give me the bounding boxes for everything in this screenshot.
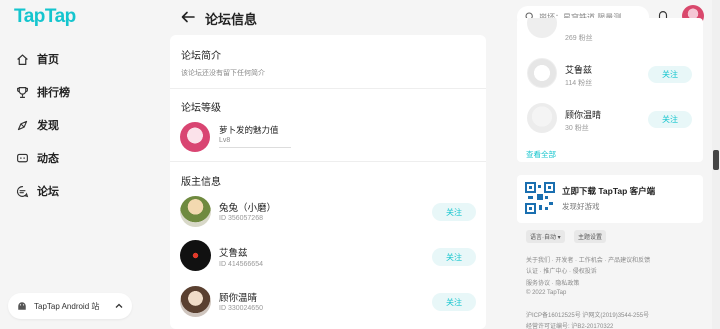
sidebar-item-label: 动态 — [37, 153, 59, 165]
sidebar-item-label: 排行榜 — [37, 87, 70, 99]
qr-code-icon — [525, 182, 555, 214]
footer-link-promotion[interactable]: 推广中心 — [543, 269, 567, 275]
follow-button[interactable]: 关注 — [432, 248, 476, 266]
forum-icon — [16, 185, 29, 197]
moderator-avatar[interactable] — [180, 196, 211, 227]
footer-links-row-3: 服务协议 · 隐私政策 — [526, 281, 580, 287]
download-title: 立即下载 TapTap 客户端 — [562, 186, 656, 196]
moderator-name[interactable]: 兔兔（小磨） — [219, 200, 276, 214]
sidebar-item-label: 发现 — [37, 120, 59, 132]
follow-button[interactable]: 关注 — [432, 293, 476, 311]
footer-link-about[interactable]: 关于我们 — [526, 258, 550, 264]
moderator-name[interactable]: 艾鲁兹 — [219, 245, 248, 259]
user-avatar[interactable] — [527, 18, 557, 38]
sidebar-item-home[interactable]: 首页 — [16, 49, 59, 69]
android-site-label: TapTap Android 站 — [34, 301, 100, 311]
user-fans: 114 粉丝 — [565, 80, 593, 87]
related-users-card: 269 粉丝 艾鲁兹 114 粉丝 关注 顾你温晴 30 粉丝 关注 查看全部 — [517, 18, 703, 162]
sidebar-item-feed[interactable]: 动态 — [16, 148, 59, 168]
moderator-id: ID 356057268 — [219, 215, 263, 222]
sidebar-item-label: 首页 — [37, 54, 59, 66]
page-title: 论坛信息 — [205, 12, 258, 27]
footer-copyright: © 2022 TapTap — [526, 290, 567, 296]
moderator-avatar[interactable] — [180, 286, 211, 317]
feed-icon — [17, 153, 28, 162]
footer-link-jobs[interactable]: 工作机会 — [579, 258, 603, 264]
moderator-avatar[interactable] — [180, 240, 211, 271]
user-avatar[interactable] — [527, 103, 557, 133]
level-name: 萝卜发的魅力值 — [219, 125, 279, 135]
android-icon — [18, 302, 26, 310]
level-value: Lv8 — [219, 137, 231, 144]
user-name[interactable]: 顾你温晴 — [565, 108, 601, 121]
divider — [170, 88, 486, 89]
footer-icp[interactable]: 沪ICP备16012525号 沪网文(2019)3544-255号 — [526, 310, 649, 319]
moderator-id: ID 414566654 — [219, 261, 263, 268]
scrollbar-thumb[interactable] — [713, 150, 719, 170]
discover-icon — [17, 120, 28, 130]
user-fans: 30 粉丝 — [565, 125, 589, 132]
footer-links-row-2: 认证 · 推广中心 · 侵权投诉 — [526, 269, 597, 275]
follow-button[interactable]: 关注 — [648, 111, 692, 128]
sidebar-item-ranking[interactable]: 排行榜 — [16, 82, 70, 102]
divider — [170, 161, 486, 162]
user-fans: 269 粉丝 — [565, 35, 593, 42]
footer-link-privacy[interactable]: 隐私政策 — [555, 281, 579, 287]
sidebar-item-discover[interactable]: 发现 — [16, 115, 59, 135]
sidebar-item-forum[interactable]: 论坛 — [16, 181, 59, 201]
user-avatar[interactable] — [527, 58, 557, 88]
footer-license: 经营许可证编号: 沪B2-20170322 — [526, 324, 614, 329]
intro-text: 该论坛还没有留下任何简介 — [181, 70, 265, 77]
see-all-link[interactable]: 查看全部 — [526, 149, 556, 160]
level-avatar — [180, 122, 210, 152]
download-subtitle: 发现好游戏 — [562, 202, 600, 211]
download-app-card[interactable]: 立即下载 TapTap 客户端 发现好游戏 — [517, 175, 703, 223]
chevron-up-icon[interactable] — [114, 301, 124, 311]
theme-settings-button[interactable]: 主题设置 — [574, 230, 607, 243]
footer-link-verify[interactable]: 认证 — [526, 269, 538, 275]
footer-link-terms[interactable]: 服务协议 — [526, 281, 550, 287]
android-site-switch[interactable]: TapTap Android 站 — [8, 293, 132, 319]
follow-button[interactable]: 关注 — [648, 66, 692, 83]
level-progress-bar — [219, 147, 291, 148]
follow-button[interactable]: 关注 — [432, 203, 476, 221]
level-title: 论坛等级 — [181, 103, 221, 114]
back-arrow-icon[interactable] — [180, 9, 196, 25]
moderators-title: 版主信息 — [181, 177, 221, 188]
intro-title: 论坛简介 — [181, 51, 221, 62]
footer-link-developer[interactable]: 开发者 — [555, 258, 573, 264]
forum-info-card: 论坛简介 该论坛还没有留下任何简介 论坛等级 萝卜发的魅力值 Lv8 版主信息 … — [170, 35, 486, 329]
language-select[interactable]: 语言·自动 ▾ — [526, 230, 565, 243]
moderator-name[interactable]: 顾你温晴 — [219, 290, 257, 304]
sidebar: TapTap 首页 排行榜 发现 动态 论坛 TapTap Android 站 — [0, 0, 150, 329]
footer-link-infringement[interactable]: 侵权投诉 — [573, 269, 597, 275]
footer-links-row-1: 关于我们 · 开发者 · 工作机会 · 产品建议和反馈 — [526, 258, 651, 264]
sidebar-item-label: 论坛 — [37, 186, 59, 198]
trophy-icon — [17, 86, 28, 98]
home-icon — [17, 53, 28, 65]
user-name[interactable]: 艾鲁兹 — [565, 63, 592, 76]
taptap-logo[interactable]: TapTap — [14, 6, 76, 28]
footer-link-feedback[interactable]: 产品建议和反馈 — [608, 258, 650, 264]
moderator-id: ID 330024650 — [219, 305, 263, 312]
